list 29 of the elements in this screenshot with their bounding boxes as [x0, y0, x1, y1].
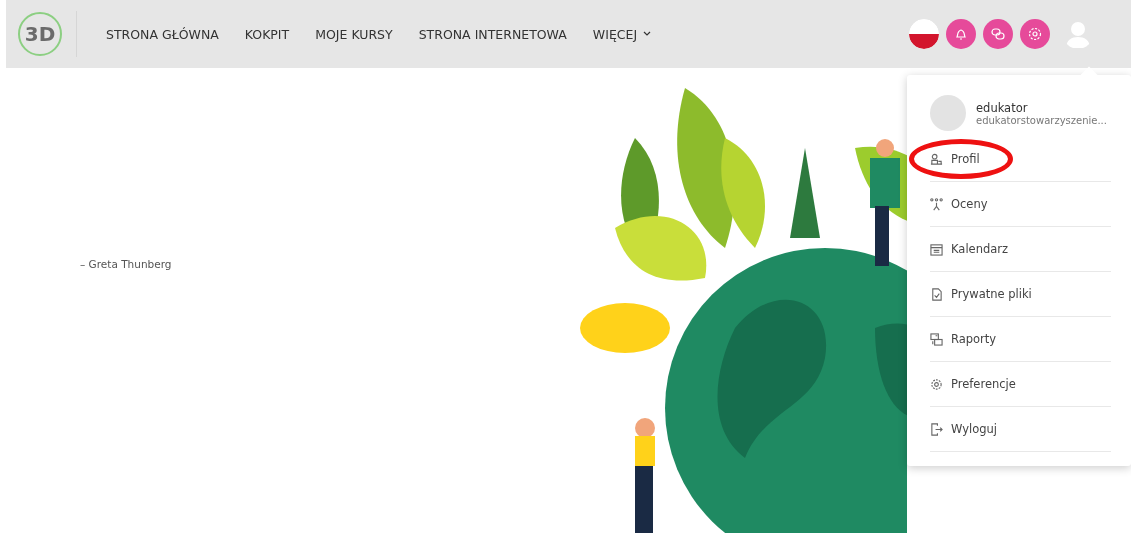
logout-icon — [930, 422, 943, 436]
gear-icon — [930, 377, 943, 391]
menu-item[interactable]: Preferencje — [930, 362, 1111, 407]
notification-bell-icon[interactable] — [946, 19, 976, 49]
grades-icon — [930, 197, 943, 211]
username: edukator — [976, 100, 1029, 115]
caret-icon — [643, 31, 652, 37]
menu-item[interactable]: Kalendarz — [930, 227, 1111, 272]
menu-item[interactable]: Prywatne pliki — [930, 272, 1111, 317]
nav-link[interactable]: MOJE KURSY — [302, 26, 406, 42]
report-icon — [930, 332, 943, 346]
nav-link[interactable]: STRONA GŁÓWNA — [93, 26, 232, 42]
menu-item[interactable]: Oceny — [930, 182, 1111, 227]
user-email: edukatorstowarzyszenie... — [976, 114, 1107, 126]
menu-item[interactable]: Profil — [930, 137, 1111, 182]
poland-flag-icon[interactable] — [909, 19, 939, 49]
chat-icon[interactable] — [983, 19, 1013, 49]
logo[interactable]: 3D — [18, 12, 62, 56]
quote-author: – Greta Thunberg — [80, 258, 172, 270]
avatar — [930, 95, 966, 131]
calendar-icon — [930, 242, 943, 256]
file-icon — [930, 287, 943, 301]
profile-icon — [930, 152, 943, 166]
settings-icon[interactable] — [1020, 19, 1050, 49]
menu-item[interactable]: Wyloguj — [930, 407, 1111, 452]
nav-link[interactable]: KOKPIT — [231, 26, 303, 42]
nav-link[interactable]: WIĘCEJ — [579, 26, 665, 42]
menu-item[interactable]: Raporty — [930, 317, 1111, 362]
nav-link[interactable]: STRONA INTERNETOWA — [405, 26, 580, 42]
